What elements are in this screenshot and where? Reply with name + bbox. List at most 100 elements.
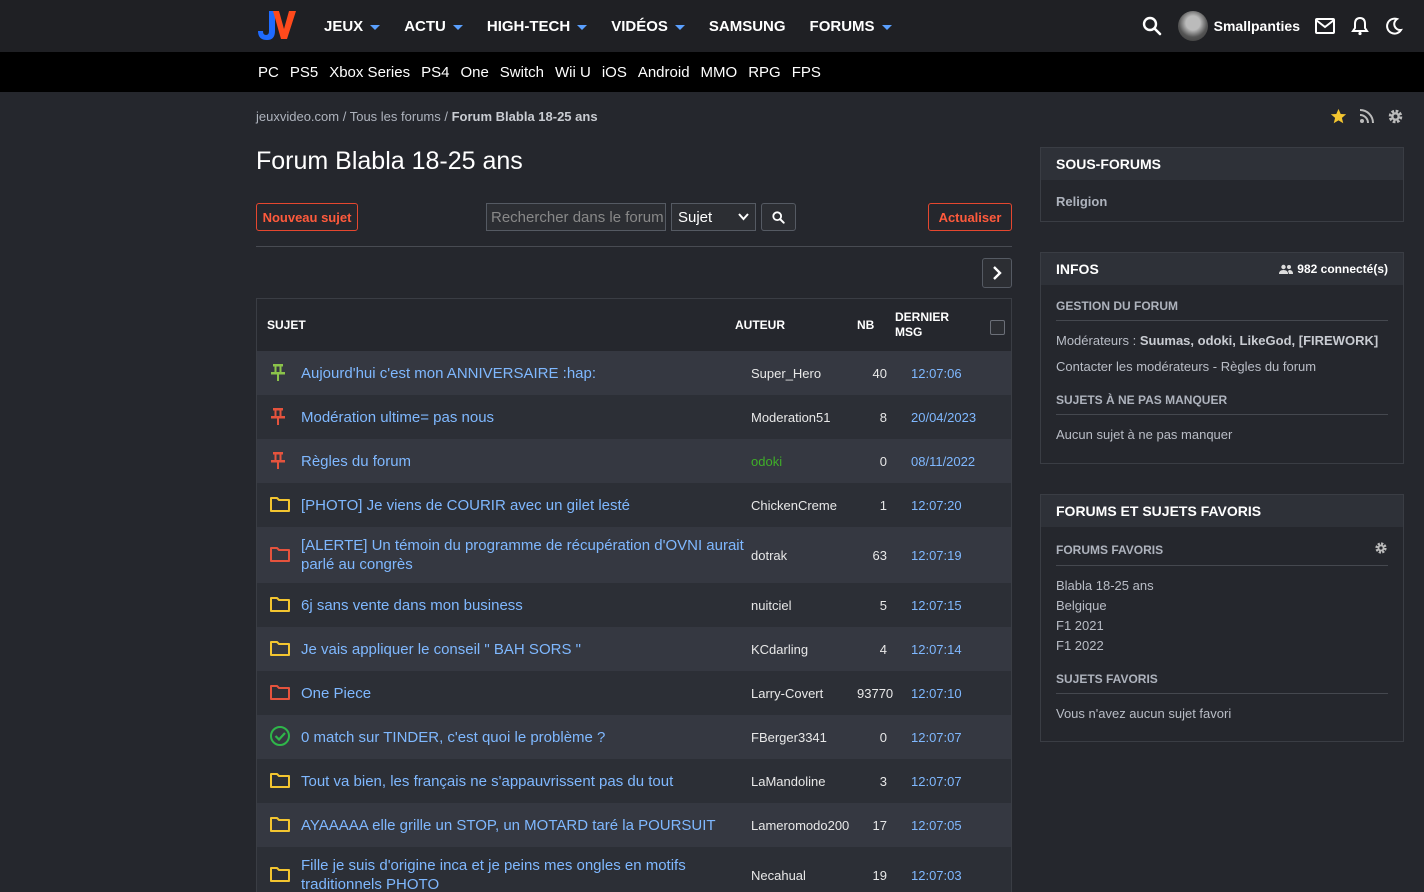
forum-search-input[interactable]: Rechercher dans le forum [486, 203, 666, 231]
next-page-button[interactable] [982, 258, 1012, 288]
breadcrumb-separator: / [440, 109, 452, 124]
topic-author[interactable]: Moderation51 [751, 410, 831, 425]
dark-mode-icon[interactable] [1384, 16, 1404, 36]
topic-author[interactable]: ChickenCreme [751, 498, 837, 513]
platform-link[interactable]: FPS [792, 64, 821, 81]
gear-icon[interactable] [1374, 541, 1388, 558]
favorites-title: FORUMS ET SUJETS FAVORIS [1041, 495, 1403, 527]
topic-author[interactable]: LaMandoline [751, 774, 825, 789]
gear-icon[interactable] [1387, 108, 1404, 128]
platform-link[interactable]: Android [638, 64, 690, 81]
topic-last-message[interactable]: 12:07:14 [911, 642, 962, 657]
nav-item-high-tech[interactable]: HIGH-TECH [486, 17, 588, 35]
topic-last-message[interactable]: 12:07:05 [911, 818, 962, 833]
topic-author[interactable]: Necahual [751, 868, 806, 883]
nav-item-label: HIGH-TECH [486, 17, 571, 35]
topic-author[interactable]: FBerger3341 [751, 730, 827, 745]
new-topic-button[interactable]: Nouveau sujet [256, 203, 358, 231]
bell-icon[interactable] [1350, 16, 1370, 36]
platform-link[interactable]: Xbox Series [329, 64, 410, 81]
favorite-forum-link[interactable]: F1 2021 [1056, 616, 1388, 636]
refresh-button[interactable]: Actualiser [928, 203, 1012, 231]
nav-item-forums[interactable]: FORUMS [810, 18, 892, 35]
platform-link[interactable]: Wii U [555, 64, 591, 81]
topic-last-message[interactable]: 08/11/2022 [911, 454, 975, 469]
moderators-list[interactable]: Suumas, odoki, LikeGod, [FIREWORK] [1140, 333, 1378, 348]
favorite-forum-link[interactable]: F1 2022 [1056, 636, 1388, 656]
topic-author[interactable]: Super_Hero [751, 366, 821, 381]
topic-author[interactable]: KCdarling [751, 642, 808, 657]
platform-link[interactable]: PC [258, 64, 279, 81]
contact-moderators-link[interactable]: Contacter les modérateurs - Règles du fo… [1056, 357, 1388, 377]
search-icon[interactable] [1142, 16, 1162, 36]
subforums-panel: SOUS-FORUMS Religion [1040, 147, 1404, 222]
topic-link[interactable]: 6j sans vente dans mon business [301, 596, 746, 615]
platform-link[interactable]: MMO [701, 64, 738, 81]
topic-last-message[interactable]: 12:07:19 [911, 548, 962, 563]
topic-last-message[interactable]: 12:07:07 [911, 774, 962, 789]
topic-last-message[interactable]: 12:07:07 [911, 730, 962, 745]
nav-item-samsung[interactable]: SAMSUNG [709, 18, 786, 35]
topic-link[interactable]: Je vais appliquer le conseil " BAH SORS … [301, 640, 746, 659]
topic-author[interactable]: odoki [751, 454, 782, 469]
management-title: GESTION DU FORUM [1056, 299, 1388, 321]
nav-item-jeux[interactable]: JEUX [324, 18, 381, 35]
search-button[interactable] [761, 203, 796, 231]
platform-link[interactable]: PS5 [290, 64, 318, 81]
favorites-panel: FORUMS ET SUJETS FAVORIS FORUMS FAVORIS … [1040, 494, 1404, 742]
search-type-select[interactable]: Sujet [671, 203, 756, 231]
rss-icon[interactable] [1359, 108, 1375, 128]
topic-reply-count: 3 [879, 773, 887, 789]
favorite-forum-link[interactable]: Belgique [1056, 596, 1388, 616]
topic-link[interactable]: Modération ultime= pas nous [301, 408, 746, 427]
select-all-checkbox[interactable] [990, 320, 1005, 335]
chevron-right-icon [993, 266, 1002, 280]
favorite-forum-link[interactable]: Blabla 18-25 ans [1056, 576, 1388, 596]
breadcrumb-forums[interactable]: Tous les forums [350, 109, 441, 124]
subforum-link[interactable]: Religion [1056, 192, 1388, 212]
topic-last-message[interactable]: 12:07:06 [911, 366, 962, 381]
platform-link[interactable]: Switch [500, 64, 544, 81]
topic-link[interactable]: One Piece [301, 684, 746, 703]
table-row: 6j sans vente dans mon business nuitciel 5… [257, 583, 1011, 627]
nav-item-vidéos[interactable]: VIDÉOS [611, 18, 685, 35]
top-navbar: JEUX ACTU HIGH-TECH VIDÉOS SAMSUNG FORUMS Sma… [0, 0, 1424, 52]
moderators-label: Modérateurs : [1056, 333, 1140, 348]
topic-link[interactable]: [ALERTE] Un témoin du programme de récup… [301, 536, 746, 574]
topic-last-message[interactable]: 12:07:03 [911, 868, 962, 883]
folder-icon [269, 595, 291, 616]
topic-last-message[interactable]: 12:07:15 [911, 598, 962, 613]
topic-link[interactable]: Fille je suis d'origine inca et je peins… [301, 856, 746, 892]
topic-link[interactable]: 0 match sur TINDER, c'est quoi le problè… [301, 728, 746, 747]
topic-last-message[interactable]: 12:07:10 [911, 686, 962, 701]
page-title: Forum Blabla 18-25 ans [256, 147, 523, 175]
topic-author[interactable]: dotrak [751, 548, 787, 563]
topic-link[interactable]: Règles du forum [301, 452, 746, 471]
mail-icon[interactable] [1314, 17, 1336, 35]
topic-last-message[interactable]: 20/04/2023 [911, 410, 976, 425]
platform-link[interactable]: iOS [602, 64, 627, 81]
favorite-forums-list: Blabla 18-25 ans Belgique F1 2021 F1 2022 [1056, 576, 1388, 656]
topic-link[interactable]: [PHOTO] Je viens de COURIR avec un gilet… [301, 496, 746, 515]
folder-hot-icon [269, 683, 291, 704]
avatar[interactable] [1177, 11, 1208, 41]
topic-reply-count: 19 [872, 867, 887, 883]
platform-link[interactable]: RPG [748, 64, 781, 81]
topic-author[interactable]: nuitciel [751, 598, 791, 613]
topic-link[interactable]: AYAAAAA elle grille un STOP, un MOTARD t… [301, 816, 746, 835]
topic-author[interactable]: Larry-Covert [751, 686, 823, 701]
connected-count-label: 982 connecté(s) [1297, 262, 1388, 276]
connected-count: 982 connecté(s) [1279, 262, 1388, 276]
nav-item-actu[interactable]: ACTU [404, 18, 463, 35]
topic-reply-count: 63 [872, 547, 887, 563]
star-icon[interactable] [1330, 108, 1347, 128]
platform-link[interactable]: PS4 [421, 64, 449, 81]
jv-logo[interactable] [256, 9, 298, 41]
platform-link[interactable]: One [460, 64, 488, 81]
breadcrumb-home[interactable]: jeuxvideo.com [256, 109, 339, 124]
username[interactable]: Smallpanties [1214, 18, 1300, 34]
topic-link[interactable]: Tout va bien, les français ne s'appauvri… [301, 772, 746, 791]
topic-last-message[interactable]: 12:07:20 [911, 498, 962, 513]
topic-author[interactable]: Lameromodo200 [751, 818, 849, 833]
topic-link[interactable]: Aujourd'hui c'est mon ANNIVERSAIRE :hap: [301, 364, 746, 383]
